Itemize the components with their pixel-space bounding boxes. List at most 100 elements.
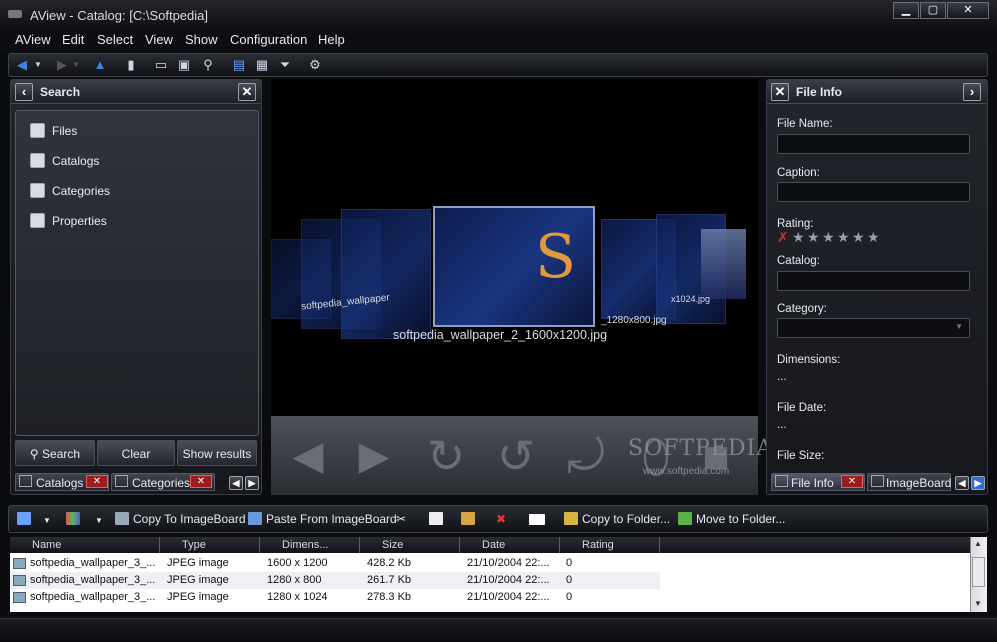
star-icon[interactable]: ★ bbox=[837, 230, 850, 244]
file-name-field[interactable] bbox=[777, 134, 970, 154]
close-tab-icon[interactable]: ✕ bbox=[841, 475, 863, 488]
column-header-dimensions[interactable]: Dimens... bbox=[260, 537, 360, 553]
window-title: AView - Catalog: [C:\Softpedia] bbox=[30, 8, 209, 23]
scroll-up-icon[interactable]: ▲ bbox=[974, 539, 982, 548]
menu-view[interactable]: View bbox=[145, 32, 173, 47]
close-tab-icon[interactable]: ✕ bbox=[190, 475, 212, 488]
flip-horizontal-icon[interactable]: ⤾ bbox=[556, 426, 616, 486]
menu-help[interactable]: Help bbox=[318, 32, 345, 47]
vertical-scrollbar[interactable]: ▲ ▼ bbox=[970, 537, 987, 612]
thumbnail[interactable] bbox=[341, 209, 431, 339]
tab-file-info[interactable]: File Info ✕ bbox=[771, 473, 865, 491]
close-tab-icon[interactable]: ✕ bbox=[86, 475, 108, 488]
column-header-name[interactable]: Name bbox=[10, 537, 160, 553]
folders-icon[interactable]: ▦ bbox=[254, 57, 270, 73]
cut-icon[interactable]: ✂ bbox=[396, 512, 406, 526]
tab-scroll-right-icon[interactable]: ▶ bbox=[971, 476, 985, 490]
menu-configuration[interactable]: Configuration bbox=[230, 32, 307, 47]
scroll-down-icon[interactable]: ▼ bbox=[974, 599, 982, 608]
menu-edit[interactable]: Edit bbox=[62, 32, 84, 47]
window-icon[interactable]: ▤ bbox=[231, 57, 247, 73]
view-list-icon[interactable] bbox=[17, 512, 35, 526]
picture-icon[interactable]: ▣ bbox=[176, 57, 192, 73]
star-icon[interactable]: ★ bbox=[852, 230, 865, 244]
file-list[interactable]: Name Type Dimens... Size Date Rating sof… bbox=[10, 537, 970, 612]
move-to-folder-button[interactable]: Move to Folder... bbox=[678, 512, 785, 526]
close-panel-icon[interactable]: ✕ bbox=[771, 83, 789, 101]
show-results-button[interactable]: Show results bbox=[177, 440, 257, 466]
tab-catalogs[interactable]: Catalogs ✕ bbox=[15, 473, 109, 491]
delete-icon[interactable]: ✖ bbox=[496, 512, 506, 526]
next-arrow-icon[interactable]: ▶ bbox=[343, 426, 405, 486]
table-row[interactable]: softpedia_wallpaper_3_... JPEG image 128… bbox=[10, 572, 660, 589]
thumbnail[interactable] bbox=[701, 229, 746, 299]
status-bar bbox=[0, 618, 997, 642]
tab-categories[interactable]: Categories ✕ bbox=[111, 473, 215, 491]
thumbnails-dropdown-icon[interactable]: ▼ bbox=[95, 512, 103, 526]
copy-to-folder-button[interactable]: Copy to Folder... bbox=[564, 512, 670, 526]
softpedia-logo-glyph: S bbox=[535, 222, 577, 292]
folder-icon[interactable]: ▮ bbox=[123, 57, 139, 73]
forward-dropdown-icon[interactable]: ▼ bbox=[71, 57, 81, 73]
star-icon[interactable]: ★ bbox=[867, 230, 880, 244]
category-select[interactable]: ▼ bbox=[777, 318, 970, 338]
star-icon[interactable]: ★ bbox=[807, 230, 820, 244]
maximize-button[interactable]: ▢ bbox=[920, 2, 946, 19]
menu-select[interactable]: Select bbox=[97, 32, 133, 47]
rotate-clockwise-icon[interactable]: ↻ bbox=[416, 426, 476, 486]
paste-file-icon[interactable] bbox=[461, 512, 479, 526]
catalog-field[interactable] bbox=[777, 271, 970, 291]
scrollbar-thumb[interactable] bbox=[972, 557, 985, 587]
gear-icon[interactable]: ⚙ bbox=[307, 57, 323, 73]
view-mode-dropdown-icon[interactable]: ▼ bbox=[43, 512, 51, 526]
menu-aview[interactable]: AView bbox=[15, 32, 51, 47]
watermark-url: www.softpedia.com bbox=[643, 466, 730, 477]
copy-file-icon[interactable] bbox=[429, 512, 447, 526]
tab-scroll-right-icon[interactable]: ▶ bbox=[245, 476, 259, 490]
rating-stars[interactable]: ✗ ★ ★ ★ ★ ★ ★ bbox=[777, 230, 880, 246]
star-icon[interactable]: ★ bbox=[822, 230, 835, 244]
back-dropdown-icon[interactable]: ▼ bbox=[33, 57, 43, 73]
back-arrow-icon[interactable]: ◀ bbox=[14, 57, 30, 73]
close-panel-icon[interactable]: ✕ bbox=[238, 83, 256, 101]
minimize-button[interactable]: ▁ bbox=[893, 2, 919, 19]
menu-show[interactable]: Show bbox=[185, 32, 218, 47]
table-row[interactable]: softpedia_wallpaper_3_... JPEG image 160… bbox=[10, 555, 660, 572]
rename-icon[interactable] bbox=[529, 512, 549, 526]
collapse-right-icon[interactable]: › bbox=[963, 83, 981, 101]
column-header-size[interactable]: Size bbox=[360, 537, 460, 553]
forward-arrow-icon[interactable]: ▶ bbox=[54, 57, 70, 73]
category-label: Category: bbox=[777, 303, 827, 315]
selected-thumbnail[interactable]: S bbox=[433, 206, 595, 327]
caption-field[interactable] bbox=[777, 182, 970, 202]
filter-icon[interactable]: ⏷ bbox=[277, 57, 293, 73]
search-panel: ‹ Search ✕ Files Catalogs Categories Pro… bbox=[10, 79, 262, 495]
column-header-date[interactable]: Date bbox=[460, 537, 560, 553]
search-button[interactable]: ⚲ Search bbox=[15, 440, 95, 466]
copy-to-imageboard-button[interactable]: Copy To ImageBoard bbox=[115, 512, 246, 526]
up-arrow-icon[interactable]: ▲ bbox=[92, 57, 108, 73]
column-header-rating[interactable]: Rating bbox=[560, 537, 660, 553]
watermark: SOFTPEDIA bbox=[628, 436, 774, 461]
table-row[interactable]: softpedia_wallpaper_3_... JPEG image 128… bbox=[10, 589, 660, 606]
info-tab-icon bbox=[775, 475, 788, 487]
clear-button[interactable]: Clear bbox=[97, 440, 175, 466]
thumbnails-icon[interactable] bbox=[66, 512, 84, 526]
close-button[interactable]: ✕ bbox=[947, 2, 989, 19]
clear-rating-icon[interactable]: ✗ bbox=[777, 230, 790, 244]
paste-from-imageboard-button[interactable]: Paste From ImageBoard bbox=[248, 512, 397, 526]
rotate-counterclockwise-icon[interactable]: ↺ bbox=[486, 426, 546, 486]
menu-bar: AView Edit Select View Show Configuratio… bbox=[0, 30, 997, 52]
tab-scroll-left-icon[interactable]: ◀ bbox=[955, 476, 969, 490]
column-header-type[interactable]: Type bbox=[160, 537, 260, 553]
previous-arrow-icon[interactable]: ◀ bbox=[277, 426, 339, 486]
thumbnail-caption: x1024.jpg bbox=[671, 294, 711, 304]
star-icon[interactable]: ★ bbox=[792, 230, 805, 244]
tab-scroll-left-icon[interactable]: ◀ bbox=[229, 476, 243, 490]
image-file-icon bbox=[13, 558, 26, 569]
monitor-icon[interactable]: ▭ bbox=[153, 57, 169, 73]
coverflow-viewer[interactable]: softpedia_wallpaper _1280x800.jpg x1024.… bbox=[271, 79, 758, 416]
collapse-left-icon[interactable]: ‹ bbox=[15, 83, 33, 101]
tab-imageboard[interactable]: ImageBoard bbox=[867, 473, 951, 491]
zoom-icon[interactable]: ⚲ bbox=[200, 57, 216, 73]
